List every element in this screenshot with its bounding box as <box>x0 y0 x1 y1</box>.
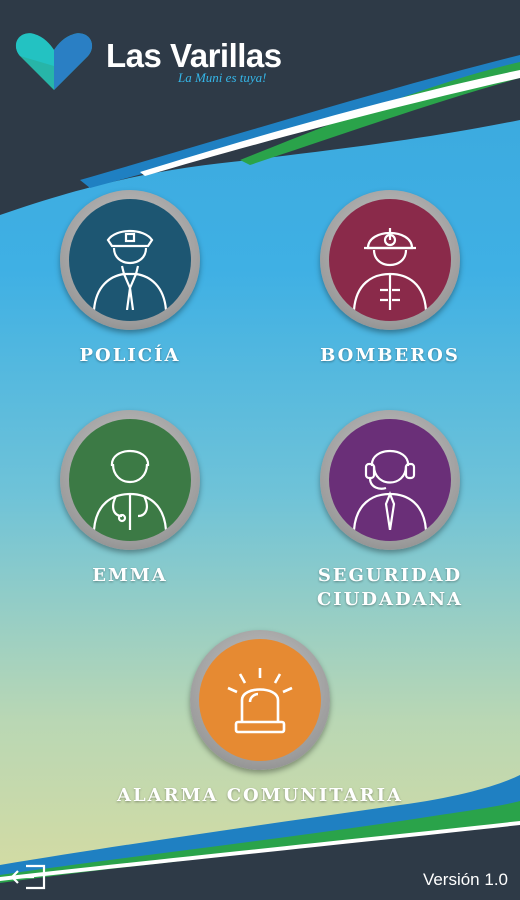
service-seguridad-ciudadana-button[interactable]: SEGURIDAD CIUDADANA <box>300 410 480 612</box>
doctor-icon <box>69 419 191 541</box>
brand-tagline: La Muni es tuya! <box>178 70 267 85</box>
service-emma-button[interactable]: EMMA <box>60 410 200 588</box>
service-ring <box>320 410 460 550</box>
service-policia-button[interactable]: POLICÍA <box>60 190 200 368</box>
service-label: EMMA <box>92 565 168 586</box>
service-ring <box>60 190 200 330</box>
operator-headset-icon <box>329 419 451 541</box>
logo-heart-icon <box>15 33 93 90</box>
alarm-siren-icon <box>199 639 321 761</box>
service-ring <box>60 410 200 550</box>
police-officer-icon <box>69 199 191 321</box>
service-label: SEGURIDAD CIUDADANA <box>316 565 463 610</box>
version-label: Versión 1.0 <box>422 870 508 889</box>
service-label: POLICÍA <box>79 345 181 366</box>
service-bomberos-button[interactable]: BOMBEROS <box>320 190 460 368</box>
service-label: BOMBEROS <box>320 345 460 366</box>
service-ring <box>190 630 330 770</box>
service-ring <box>320 190 460 330</box>
exit-icon[interactable] <box>10 862 50 892</box>
firefighter-icon <box>329 199 451 321</box>
app-screen: Las Varillas La Muni es tuya! POLICÍA BO… <box>0 0 520 900</box>
